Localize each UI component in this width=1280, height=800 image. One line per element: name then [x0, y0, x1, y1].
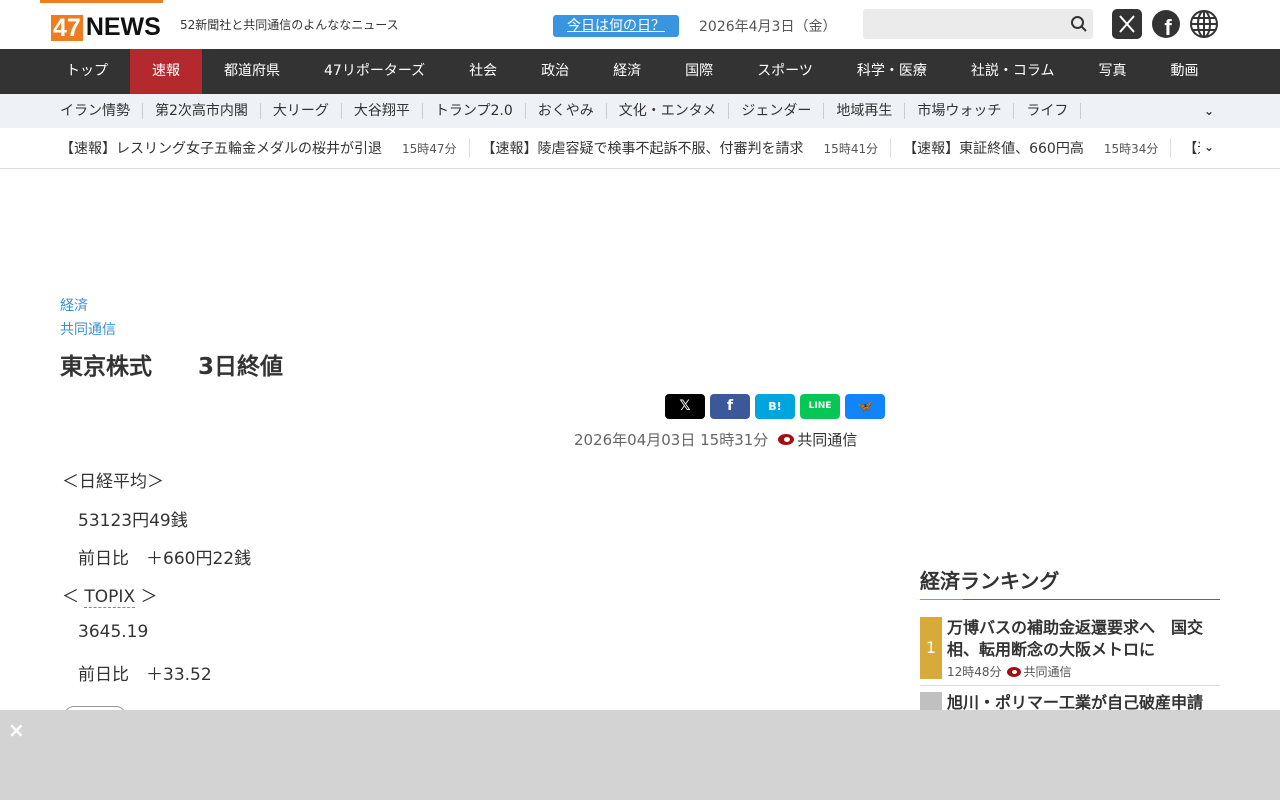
topix-term[interactable]: TOPIX	[84, 587, 136, 608]
subnav-item[interactable]: 地域再生	[824, 103, 906, 119]
subnav-item[interactable]: イラン情勢	[48, 103, 143, 119]
ticker-title: 【速報】陵虐容疑で検事不起訴不服、付審判を請求	[481, 141, 804, 157]
ranking-divider	[920, 599, 1220, 600]
article-provider: 共同通信	[797, 431, 858, 449]
logo-number: 47	[51, 13, 83, 42]
subnav-item[interactable]: ジェンダー	[729, 103, 825, 119]
rank-badge: 1	[920, 617, 942, 679]
ticker-item[interactable]: 【速報】レスリング女子五輪金メダルの桜井が引退 15時47分	[60, 138, 470, 158]
topix-heading: ＜ TOPIX ＞	[62, 582, 158, 608]
divider	[920, 685, 1220, 686]
nav-breaking[interactable]: 速報	[130, 49, 202, 94]
bracket: ＜	[62, 587, 85, 607]
today-button[interactable]: 今日は何の日？	[553, 15, 679, 37]
logo-word: NEWS	[85, 13, 161, 41]
close-icon[interactable]: ×	[8, 718, 25, 742]
ranking-item-title: 万博バスの補助金返還要求へ 国交相、転用断念の大阪メトロに	[947, 618, 1204, 659]
search-input[interactable]	[863, 9, 1093, 39]
main-nav: トップ 速報 都道府県 47リポーターズ 社会 政治 経済 国際 スポーツ 科学…	[0, 49, 1280, 94]
subnav-item[interactable]: 第2次高市内閣	[143, 103, 261, 119]
ranking-item-source: 共同通信	[1023, 665, 1072, 679]
nav-photos[interactable]: 写真	[1076, 49, 1148, 94]
breaking-ticker: 【速報】レスリング女子五輪金メダルの桜井が引退 15時47分 【速報】陵虐容疑で検…	[0, 128, 1280, 169]
chevron-down-icon[interactable]: ⌄	[1204, 104, 1214, 118]
body-line: 前日比 ＋33.52	[78, 665, 212, 685]
ticker-title: 【速報】レスリング女子五輪金メダルの桜井が引退	[60, 141, 382, 157]
accent-line	[40, 0, 163, 3]
article-meta: 2026年04月03日 15時31分 共同通信	[574, 429, 857, 450]
nav-sports[interactable]: スポーツ	[735, 49, 835, 94]
nav-economy[interactable]: 経済	[591, 49, 663, 94]
ranking-title: 経済ランキング	[920, 569, 1060, 593]
ticker-time: 15時34分	[1103, 141, 1159, 156]
share-facebook-button[interactable]: f	[710, 394, 750, 419]
nav-international[interactable]: 国際	[663, 49, 735, 94]
ticker-time: 15時41分	[823, 141, 879, 156]
subnav-item[interactable]: トランプ2.0	[423, 103, 526, 119]
subnav-item[interactable]: おくやみ	[526, 103, 607, 119]
sub-nav: イラン情勢 第2次高市内閣 大リーグ 大谷翔平 トランプ2.0 おくやみ 文化・…	[0, 94, 1280, 128]
share-line-button[interactable]: LINE	[800, 394, 840, 419]
ticker-time: 15時47分	[402, 141, 457, 156]
ad-banner: ×	[0, 710, 1280, 800]
nav-science[interactable]: 科学・医療	[835, 49, 949, 94]
tagline: 52新聞社と共同通信のよんななニュース	[180, 18, 399, 32]
article-source[interactable]: 共同通信	[60, 319, 116, 339]
article-category[interactable]: 経済	[60, 295, 88, 315]
current-date: 2026年4月3日（金）	[699, 19, 837, 35]
nav-society[interactable]: 社会	[447, 49, 519, 94]
ticker-title: 【速報】東証終値、660円高	[903, 141, 1084, 157]
page-title: 東京株式 3日終値	[60, 354, 284, 380]
share-hatena-button[interactable]: B!	[755, 394, 795, 419]
nav-editorial[interactable]: 社説・コラム	[949, 49, 1077, 94]
nav-47reporters[interactable]: 47リポーターズ	[302, 49, 447, 94]
header: 47 NEWS 52新聞社と共同通信のよんななニュース 今日は何の日？ 2026年…	[0, 0, 1280, 49]
body-line: 53123円49銭	[78, 511, 188, 531]
article-datetime: 2026年04月03日 15時31分	[574, 431, 769, 449]
svg-text:f: f	[1164, 15, 1172, 39]
kyodo-logo-icon	[778, 434, 795, 445]
subnav-item[interactable]: ライフ	[1014, 103, 1082, 119]
share-bluesky-button[interactable]: 🦋	[845, 394, 885, 419]
nav-politics[interactable]: 政治	[519, 49, 591, 94]
kyodo-logo-icon	[1006, 666, 1021, 677]
subnav-item[interactable]: 大リーグ	[261, 103, 342, 119]
chevron-down-icon[interactable]: ⌄	[1199, 140, 1214, 154]
nav-videos[interactable]: 動画	[1148, 49, 1220, 94]
search-icon[interactable]	[1070, 15, 1088, 33]
nav-top[interactable]: トップ	[44, 49, 130, 94]
body-line: ＜日経平均＞	[62, 472, 164, 492]
logo[interactable]: 47 NEWS	[51, 13, 161, 42]
x-icon[interactable]	[1112, 9, 1142, 39]
body-line: 前日比 ＋660円22銭	[78, 549, 252, 569]
ticker-item[interactable]: 【速報】東証終値、660円高 15時34分	[903, 138, 1172, 158]
share-x-button[interactable]: 𝕏	[665, 394, 705, 419]
subnav-item[interactable]: 文化・エンタメ	[607, 103, 730, 119]
globe-icon[interactable]	[1189, 9, 1219, 39]
ranking-item-time: 12時48分	[947, 665, 1002, 679]
body-line: 3645.19	[78, 622, 149, 642]
ranking-item[interactable]: 1 万博バスの補助金返還要求へ 国交相、転用断念の大阪メトロに 12時48分 共同…	[920, 617, 1220, 680]
bracket: ＞	[135, 587, 158, 607]
ticker-item[interactable]: 【速報】陵虐容疑で検事不起訴不服、付審判を請求 15時41分	[482, 138, 892, 158]
nav-prefectures[interactable]: 都道府県	[202, 49, 302, 94]
subnav-item[interactable]: 大谷翔平	[342, 103, 423, 119]
subnav-item[interactable]: 市場ウォッチ	[905, 103, 1015, 119]
facebook-icon[interactable]: f	[1151, 9, 1181, 39]
